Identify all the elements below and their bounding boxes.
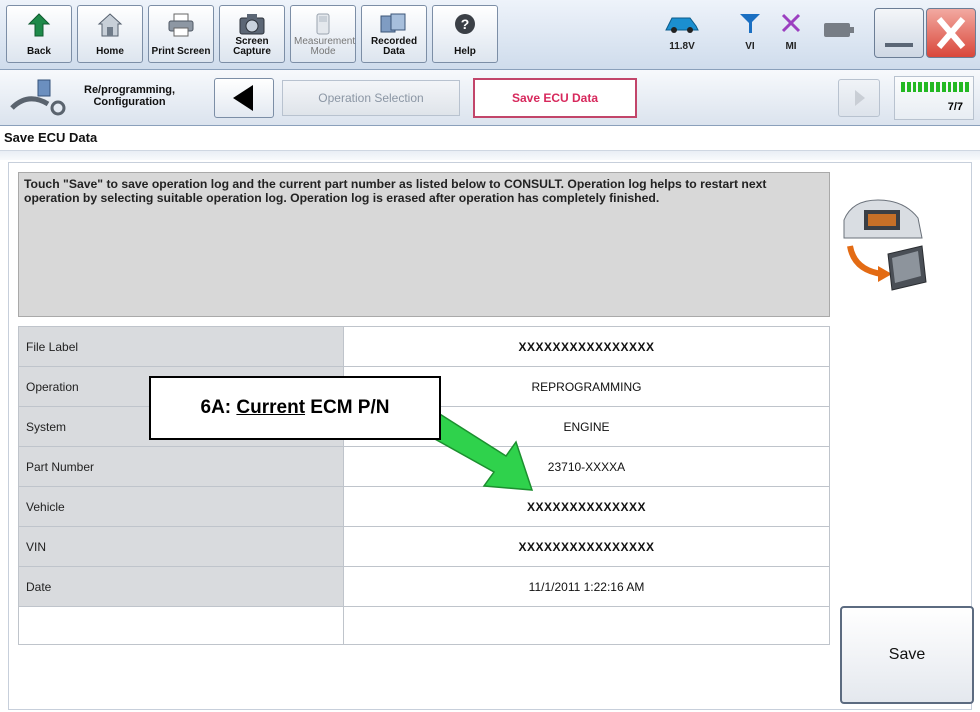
table-row: Vehicle XXXXXXXXXXXXXX (18, 486, 830, 527)
print-screen-button[interactable]: Print Screen (148, 5, 214, 63)
reprogramming-icon (8, 78, 78, 123)
left-triangle-icon (215, 85, 273, 121)
table-row-empty (18, 606, 830, 645)
row-value-vin: XXXXXXXXXXXXXXXX (343, 526, 830, 567)
print-screen-label: Print Screen (151, 46, 211, 57)
battery-voltage: 11.8V (669, 41, 695, 52)
navigation-bar: Re/programming, Configuration Operation … (0, 70, 980, 126)
row-label-part-number: Part Number (18, 446, 344, 487)
heading-divider (0, 150, 980, 160)
row-value-file-label: XXXXXXXXXXXXXXXX (343, 326, 830, 367)
table-row: Part Number 23710-XXXXA (18, 446, 830, 487)
printer-icon (166, 12, 196, 43)
svg-text:?: ? (461, 16, 470, 32)
row-label-file-label: File Label (18, 326, 344, 367)
car-icon (664, 12, 700, 39)
help-button[interactable]: ? Help (432, 5, 498, 63)
measurement-mode-button[interactable]: Measurement Mode (290, 5, 356, 63)
help-icon: ? (453, 12, 477, 41)
step-save-ecu-data: Save ECU Data (473, 78, 637, 118)
vi-label: VI (745, 41, 755, 52)
mi-label: MI (785, 41, 797, 52)
back-button[interactable]: Back (6, 5, 72, 63)
table-row: Date 11/1/2011 1:22:16 AM (18, 566, 830, 607)
callout-suffix: ECM P/N (305, 397, 390, 418)
mi-disconnected-icon (780, 12, 802, 39)
empty-cell (343, 606, 830, 645)
home-button-label: Home (96, 46, 124, 57)
help-button-label: Help (454, 46, 476, 57)
top-toolbar: Back Home Print Screen Screen Capture Me… (0, 0, 980, 70)
battery-gray-icon (822, 20, 856, 45)
row-value-part-number: 23710-XXXXA (343, 446, 830, 487)
progress-bar (901, 82, 969, 92)
table-row: File Label XXXXXXXXXXXXXXXX (18, 326, 830, 367)
progress-text: 7/7 (947, 101, 963, 113)
meter-icon (311, 12, 335, 41)
save-button[interactable]: Save (840, 606, 974, 704)
home-icon (97, 12, 123, 43)
callout-prefix: 6A: (200, 397, 237, 418)
section-title-line1: Re/programming, (84, 84, 176, 96)
row-label-date: Date (18, 566, 344, 607)
right-triangle-icon (839, 90, 879, 120)
table-row: VIN XXXXXXXXXXXXXXXX (18, 526, 830, 567)
row-label-vin: VIN (18, 526, 344, 567)
vi-status: VI (738, 12, 762, 52)
back-button-label: Back (27, 46, 51, 57)
previous-step-button[interactable] (214, 78, 274, 118)
empty-cell (18, 606, 344, 645)
minimize-button[interactable] (874, 8, 924, 58)
row-value-vehicle: XXXXXXXXXXXXXX (343, 486, 830, 527)
mi-status: MI (780, 12, 802, 52)
screen-capture-button[interactable]: Screen Capture (219, 5, 285, 63)
callout-emphasis: Current (236, 397, 306, 418)
recorded-data-button[interactable]: Recorded Data (361, 5, 427, 63)
step-operation-selection[interactable]: Operation Selection (282, 80, 460, 116)
back-arrow-icon (27, 12, 51, 43)
minimize-icon (875, 43, 923, 61)
close-button[interactable] (926, 8, 976, 58)
page-title: Save ECU Data (4, 130, 98, 145)
vi-antenna-icon (738, 12, 762, 39)
step-progress-indicator: 7/7 (894, 76, 974, 120)
ecu-data-table: File Label XXXXXXXXXXXXXXXX Operation RE… (18, 326, 830, 645)
camera-icon (238, 12, 266, 41)
row-value-date: 11/1/2011 1:22:16 AM (343, 566, 830, 607)
callout-label: 6A: Current ECM P/N (149, 376, 441, 440)
section-title: Re/programming, Configuration (84, 84, 175, 108)
battery-status: 11.8V (664, 12, 700, 52)
close-icon (927, 17, 975, 61)
car-to-laptop-icon (838, 190, 928, 305)
row-label-vehicle: Vehicle (18, 486, 344, 527)
instruction-box: Touch "Save" to save operation log and t… (18, 172, 830, 317)
section-title-line2: Configuration (93, 96, 166, 108)
instruction-text: Touch "Save" to save operation log and t… (24, 177, 767, 205)
recorded-data-icon (379, 12, 409, 41)
home-button[interactable]: Home (77, 5, 143, 63)
next-step-button[interactable] (838, 79, 880, 117)
